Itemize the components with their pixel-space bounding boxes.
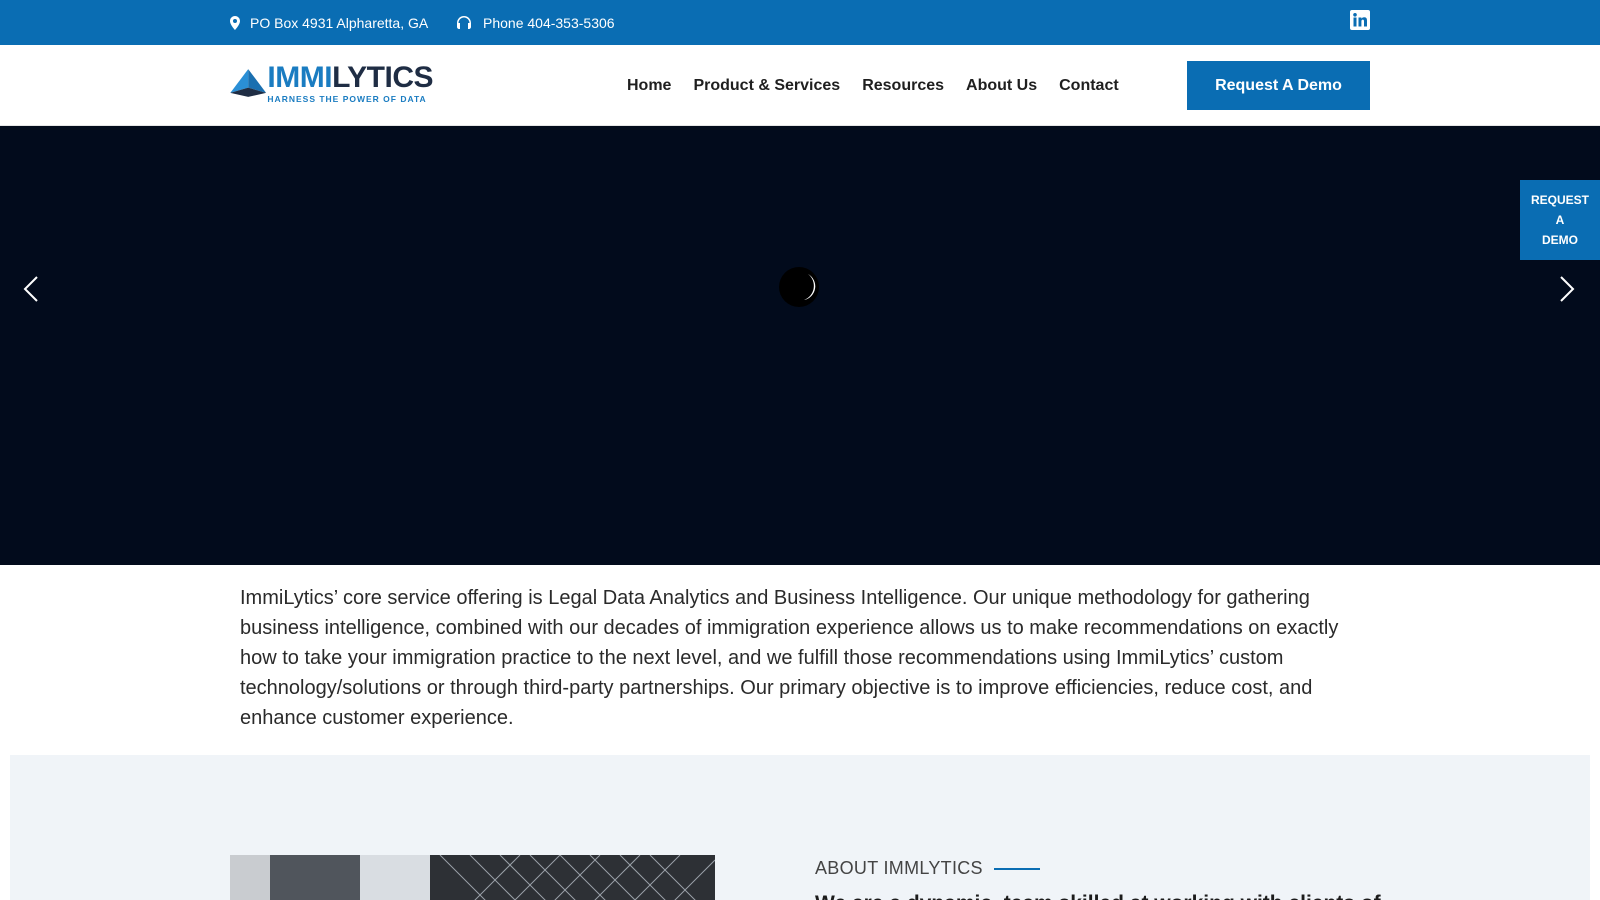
map-pin-icon: [230, 15, 250, 30]
nav-contact[interactable]: Contact: [1059, 77, 1119, 95]
phone-text[interactable]: Phone 404-353-5306: [483, 15, 615, 31]
nav-product-services[interactable]: Product & Services: [693, 77, 840, 95]
slider-prev-icon[interactable]: [22, 274, 40, 309]
site-header: IMMILYTICS HARNESS THE POWER OF DATA Hom…: [0, 45, 1600, 126]
headset-icon: [457, 16, 483, 29]
phone[interactable]: Phone 404-353-5306: [457, 0, 615, 45]
loading-spinner-icon: [778, 266, 820, 308]
nav-home[interactable]: Home: [627, 77, 671, 95]
top-bar: PO Box 4931 Alpharetta, GA Phone 404-353…: [0, 0, 1600, 45]
logo-pyramid-icon: [230, 69, 267, 97]
site-logo[interactable]: IMMILYTICS HARNESS THE POWER OF DATA: [229, 59, 433, 107]
nav-about-us[interactable]: About Us: [966, 77, 1037, 95]
nav-resources[interactable]: Resources: [862, 77, 944, 95]
side-request-demo-button[interactable]: REQUEST A DEMO: [1520, 180, 1600, 260]
logo-tagline: HARNESS THE POWER OF DATA: [267, 93, 427, 104]
building-image: [230, 855, 715, 900]
main-nav: Home Product & Services Resources About …: [627, 45, 1141, 126]
address: PO Box 4931 Alpharetta, GA: [230, 0, 428, 45]
slider-next-icon[interactable]: [1558, 274, 1576, 309]
about-heading: We are a dynamic, team skilled at workin…: [815, 892, 1381, 900]
request-demo-button[interactable]: Request A Demo: [1187, 61, 1370, 110]
label-divider: [993, 867, 1040, 870]
about-label: ABOUT IMMLYTICS: [815, 858, 1040, 879]
linkedin-icon[interactable]: [1350, 10, 1370, 30]
hero-slider: [0, 126, 1600, 565]
address-text: PO Box 4931 Alpharetta, GA: [250, 14, 429, 31]
about-section: ABOUT IMMLYTICS We are a dynamic, team s…: [10, 755, 1590, 900]
logo-wordmark: IMMILYTICS: [267, 60, 433, 94]
intro-paragraph: ImmiLytics’ core service offering is Leg…: [240, 587, 1339, 729]
